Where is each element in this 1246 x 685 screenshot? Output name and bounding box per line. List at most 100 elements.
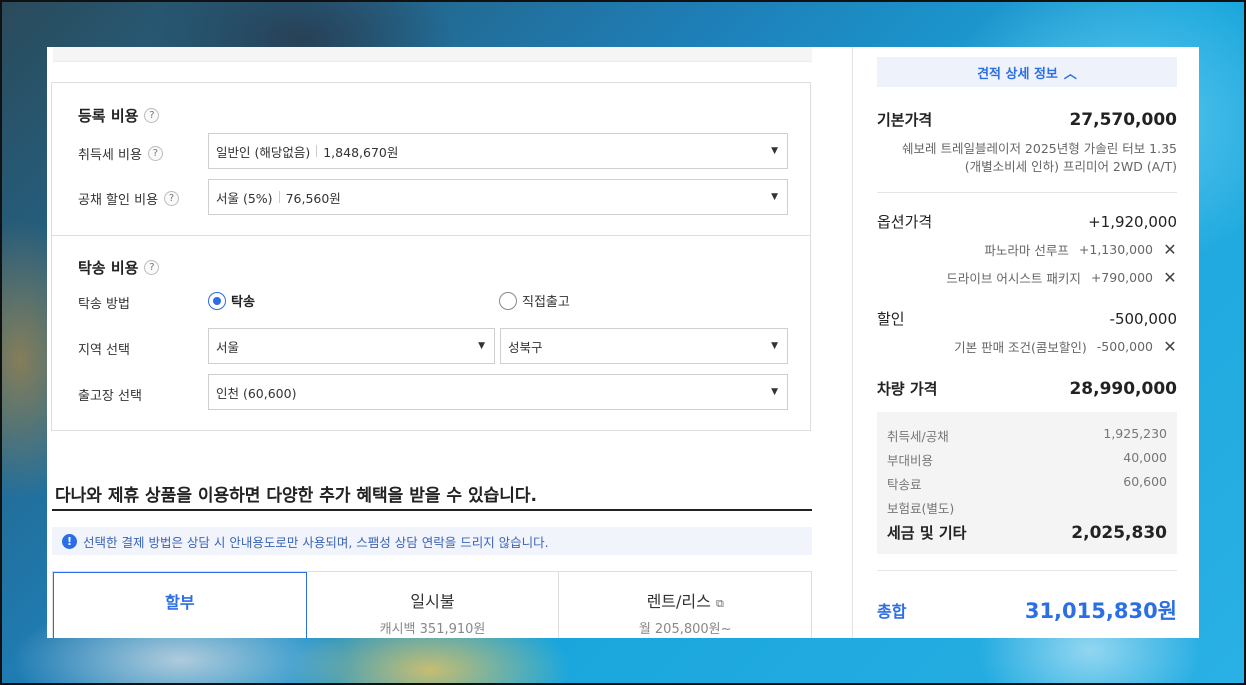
tab-rent-lease[interactable]: 렌트/리스 ⧉ 월 205,800원~ xyxy=(559,572,811,638)
depot-label-text: 출고장 선택 xyxy=(78,389,142,404)
region-district-select[interactable]: 성북구 ▼ xyxy=(500,328,788,364)
tax-line-name: 취득세/공채 xyxy=(887,429,949,444)
help-icon[interactable]: ? xyxy=(144,108,160,123)
tax-line-name: 탁송료 xyxy=(887,477,922,492)
radio-direct-pickup-label: 직접출고 xyxy=(522,295,570,310)
previous-section-strip xyxy=(53,47,812,62)
base-price-value: 27,570,000 xyxy=(1069,109,1177,130)
tax-total-label: 세금 및 기타 xyxy=(887,524,967,542)
base-price-label: 기본가격 xyxy=(877,111,933,129)
region-city-value: 서울 xyxy=(216,339,240,355)
bond-discount-select[interactable]: 서울 (5%) 76,560원 ▼ xyxy=(208,179,788,215)
shipping-title: 탁송 비용 ? xyxy=(78,257,160,278)
option-item-name: 파노라마 선루프 xyxy=(984,243,1069,258)
radio-direct-pickup[interactable]: 직접출고 xyxy=(499,291,570,310)
discount-item-price: -500,000 xyxy=(1096,339,1153,354)
shipping-cost-card: 탁송 비용 ? 탁송 방법 탁송 직접출고 지역 선택 서울 ▼ 성북구 ▼ 출… xyxy=(51,235,811,431)
tax-line: 취득세/공채 1,925,230 xyxy=(887,426,1167,445)
model-line-1: 쉐보레 트레일블레이저 2025년형 가솔린 터보 1.35 xyxy=(901,141,1177,156)
vehicle-price-value: 28,990,000 xyxy=(1069,378,1177,399)
bond-discount-amount: 76,560원 xyxy=(285,190,341,206)
value-separator xyxy=(278,191,280,203)
discount-label: 할인 xyxy=(877,310,905,328)
shipping-method-label: 탁송 방법 xyxy=(78,293,130,312)
dropdown-arrow-icon: ▼ xyxy=(771,341,778,351)
shipping-method-label-text: 탁송 방법 xyxy=(78,297,130,312)
radio-delivery[interactable]: 탁송 xyxy=(208,291,255,310)
tax-line-value: 1,925,230 xyxy=(1103,426,1167,441)
tax-line-name: 부대비용 xyxy=(887,453,934,468)
tab-rent-lease-sub: 월 205,800원~ xyxy=(638,622,732,637)
external-link-icon: ⧉ xyxy=(715,597,724,610)
acquisition-tax-value: 일반인 (해당없음) xyxy=(216,144,311,160)
option-price-row: 옵션가격 +1,920,000 xyxy=(877,211,1177,232)
shipping-title-text: 탁송 비용 xyxy=(78,259,139,277)
tab-rent-lease-label: 렌트/리스 xyxy=(646,592,711,611)
option-price-value: +1,920,000 xyxy=(1088,212,1177,231)
remove-option-icon[interactable]: ✕ xyxy=(1163,240,1177,259)
dropdown-arrow-icon: ▼ xyxy=(771,192,778,202)
tab-rent-lease-title: 렌트/리스 ⧉ xyxy=(559,588,811,612)
summary-divider xyxy=(877,570,1177,571)
summary-divider xyxy=(877,192,1177,193)
info-icon: ! xyxy=(62,533,77,549)
screen-border-top xyxy=(0,0,1246,2)
tax-line-value: 40,000 xyxy=(1123,450,1167,465)
remove-discount-icon[interactable]: ✕ xyxy=(1163,337,1177,356)
remove-option-icon[interactable]: ✕ xyxy=(1163,268,1177,287)
promo-title: 다나와 제휴 상품을 이용하면 다양한 추가 혜택을 받을 수 있습니다. xyxy=(55,486,538,506)
acquisition-tax-label-text: 취득세 비용 xyxy=(78,148,142,163)
estimate-detail-toggle[interactable]: 견적 상세 정보 ︿ xyxy=(877,57,1177,87)
tax-total-row: 세금 및 기타 2,025,830 xyxy=(887,522,1167,543)
screen-border-left xyxy=(0,0,2,685)
help-icon[interactable]: ? xyxy=(164,191,180,206)
grand-total-value: 31,015,830원 xyxy=(1024,599,1177,623)
discount-value: -500,000 xyxy=(1109,309,1177,328)
option-item: 파노라마 선루프 +1,130,000 ✕ xyxy=(984,240,1177,259)
vehicle-price-label: 차량 가격 xyxy=(877,380,938,398)
depot-value: 인천 (60,600) xyxy=(216,385,297,401)
registration-title-text: 등록 비용 xyxy=(78,107,139,125)
acquisition-tax-label: 취득세 비용 ? xyxy=(78,144,163,163)
bond-discount-value: 서울 (5%) xyxy=(216,190,273,206)
tab-lump-sum-sub: 캐시백 351,910원 xyxy=(379,622,486,637)
help-icon[interactable]: ? xyxy=(144,260,160,275)
grand-total-label: 총합 xyxy=(877,602,907,621)
option-item: 드라이브 어시스트 패키지 +790,000 ✕ xyxy=(946,268,1177,287)
depot-select[interactable]: 인천 (60,600) ▼ xyxy=(208,374,788,410)
radio-unselected-icon xyxy=(499,291,517,310)
tax-line: 부대비용 40,000 xyxy=(887,450,1167,469)
estimate-summary-panel: 견적 상세 정보 ︿ 기본가격 27,570,000 쉐보레 트레일블레이저 2… xyxy=(852,47,1199,638)
tab-installment-label: 할부 xyxy=(165,593,195,612)
bond-discount-label-text: 공채 할인 비용 xyxy=(78,193,159,208)
discount-item-name: 기본 판매 조건(콤보할인) xyxy=(954,340,1087,355)
dropdown-arrow-icon: ▼ xyxy=(771,387,778,397)
radio-delivery-label: 탁송 xyxy=(231,295,255,310)
bond-discount-label: 공채 할인 비용 ? xyxy=(78,189,180,208)
value-separator xyxy=(316,145,318,157)
vehicle-price-row: 차량 가격 28,990,000 xyxy=(877,378,1177,399)
promo-divider xyxy=(52,509,812,511)
region-district-value: 성북구 xyxy=(508,339,543,355)
payment-tabs: 할부 일시불 캐시백 351,910원 렌트/리스 ⧉ 월 205,800원~ xyxy=(52,571,812,638)
help-icon[interactable]: ? xyxy=(147,146,163,161)
tax-line: 탁송료 60,600 xyxy=(887,474,1167,493)
grand-total-row: 총합 31,015,830원 xyxy=(877,595,1177,625)
model-line-2: (개별소비세 인하) 프리미어 2WD (A/T) xyxy=(964,159,1177,174)
acquisition-tax-select[interactable]: 일반인 (해당없음) 1,848,670원 ▼ xyxy=(208,133,788,169)
base-price-row: 기본가격 27,570,000 xyxy=(877,109,1177,130)
dropdown-arrow-icon: ▼ xyxy=(478,341,485,351)
tab-installment[interactable]: 할부 xyxy=(53,572,307,638)
discount-row: 할인 -500,000 xyxy=(877,308,1177,329)
chevron-up-icon: ︿ xyxy=(1063,66,1077,82)
region-city-select[interactable]: 서울 ▼ xyxy=(208,328,495,364)
tab-lump-sum[interactable]: 일시불 캐시백 351,910원 xyxy=(307,572,560,638)
model-description: 쉐보레 트레일블레이저 2025년형 가솔린 터보 1.35 (개별소비세 인하… xyxy=(902,140,1177,176)
region-label-text: 지역 선택 xyxy=(78,343,130,358)
payment-notice: ! 선택한 결제 방법은 상담 시 안내용도로만 사용되며, 스팸성 상담 연락… xyxy=(52,527,812,555)
tax-breakdown-box: 취득세/공채 1,925,230 부대비용 40,000 탁송료 60,600 … xyxy=(877,412,1177,554)
dropdown-arrow-icon: ▼ xyxy=(771,146,778,156)
option-item-price: +790,000 xyxy=(1090,270,1153,285)
registration-cost-card: 등록 비용 ? 취득세 비용 ? 일반인 (해당없음) 1,848,670원 ▼… xyxy=(51,82,811,236)
tax-line-name: 보험료(별도) xyxy=(887,501,955,516)
